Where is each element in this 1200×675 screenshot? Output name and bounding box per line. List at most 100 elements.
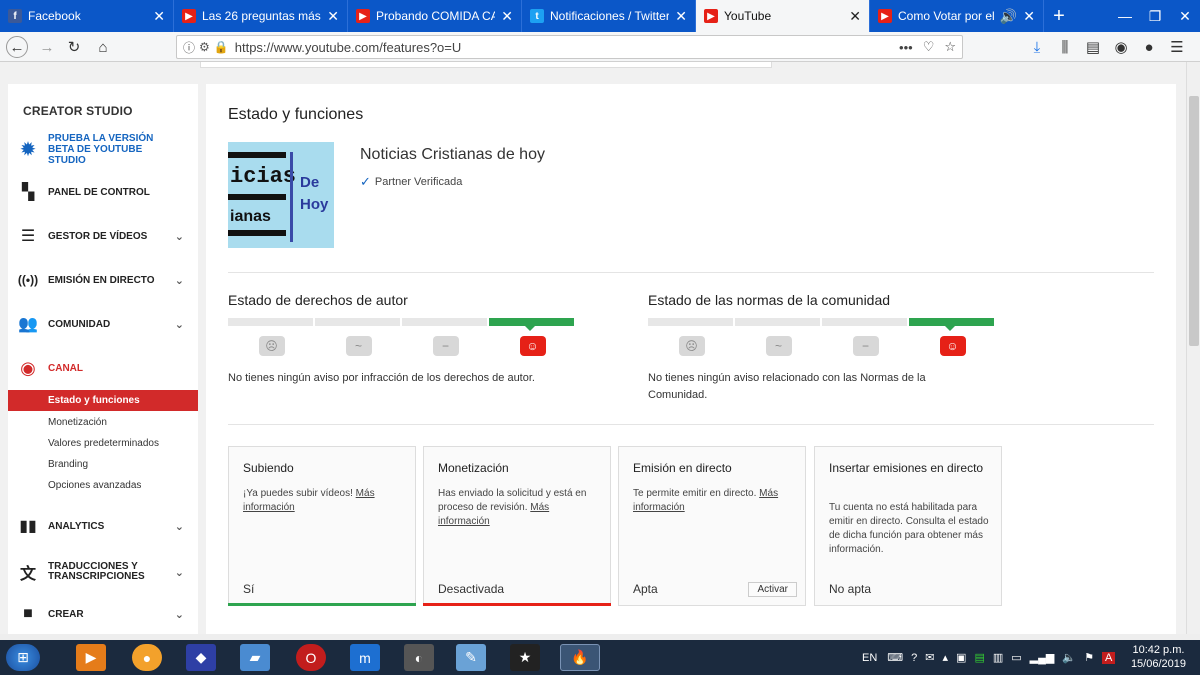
clock-date: 15/06/2019 [1130,658,1186,670]
start-button[interactable]: ⊞ [6,644,40,671]
help-icon[interactable]: ? [911,652,917,664]
card-desc-text: ¡Ya puedes subir vídeos! [243,488,353,499]
close-icon[interactable]: ✕ [849,8,861,25]
tab-youtube-active[interactable]: ▶ YouTube ✕ [696,0,870,32]
app-icon[interactable]: ◐ [404,644,434,671]
tray-expand-icon[interactable]: ▴ [943,651,949,664]
channel-name[interactable]: Noticias Cristianas de hoy [360,146,545,164]
app-tray-icon[interactable]: ▤ [974,651,984,664]
sidebar-item-beta[interactable]: ✹ PRUEBA LA VERSIÓN BETA DE YOUTUBE STUD… [8,133,198,166]
extension-icon[interactable]: ● [1138,36,1160,58]
tab-youtube-preguntas[interactable]: ▶ Las 26 preguntas más insólit ✕ [174,0,348,32]
maximize-icon[interactable]: ❐ [1140,0,1170,32]
pocket-icon[interactable]: ♡ [923,39,935,55]
youtube-icon: ▶ [182,9,196,23]
reload-icon[interactable]: ↻ [63,36,85,58]
home-icon[interactable]: ⌂ [92,36,114,58]
channel-logo[interactable]: icias ianas De Hoy [228,142,334,248]
close-window-icon[interactable]: ✕ [1170,0,1200,32]
library-icon[interactable]: ⫼ [1054,36,1076,58]
page-scrollbar[interactable] [1186,62,1200,634]
tab-twitter[interactable]: t Notificaciones / Twitter ✕ [522,0,696,32]
card-title: Monetización [438,461,509,475]
account-icon[interactable]: ◉ [1110,36,1132,58]
download-icon[interactable]: ⤓ [1026,36,1048,58]
opera-icon[interactable]: O [296,644,326,671]
keyboard-icon[interactable]: ⌨ [887,651,903,664]
menu-icon[interactable]: ☰ [1166,36,1188,58]
network-flag-icon[interactable]: ⚑ [1084,651,1094,664]
chevron-down-icon[interactable]: ⌄ [175,318,184,331]
close-icon[interactable]: ✕ [1023,8,1035,25]
sad-face-icon: ☹ [678,336,705,356]
card-status: No apta [829,582,872,596]
sidebar-sub-defaults[interactable]: Valores predeterminados [8,433,198,454]
sidebar-item-panel[interactable]: ▚ PANEL DE CONTROL [8,180,198,204]
app-icon[interactable]: ▰ [240,644,270,671]
chevron-down-icon[interactable]: ⌄ [175,274,184,287]
close-icon[interactable]: ✕ [675,8,687,25]
sidebar-item-community[interactable]: 👥 COMUNIDAD ⌄ [8,312,198,336]
media-player-icon[interactable]: ▶ [76,644,106,671]
tab-youtube-votar[interactable]: ▶ Como Votar por el Apo 🔊 ✕ [870,0,1044,32]
app-icon[interactable]: ● [132,644,162,671]
chevron-down-icon[interactable]: ⌄ [175,608,184,621]
url-bar[interactable]: ⓘ ⚙ 🔒 https://www.youtube.com/features?o… [176,35,963,59]
page-actions-icon[interactable]: ••• [899,40,913,55]
neutral-face-icon: ~ [345,336,372,356]
activate-button[interactable]: Activar [748,582,797,597]
permissions-icon[interactable]: ⚙ [199,40,210,54]
sidebar-item-create[interactable]: ■ CREAR ⌄ [8,602,198,626]
card-title: Subiendo [243,461,294,475]
chevron-down-icon[interactable]: ⌄ [175,566,184,579]
language-indicator[interactable]: EN [862,652,877,664]
sidebar-sub-branding[interactable]: Branding [8,454,198,475]
sidebar-item-videos[interactable]: ☰ GESTOR DE VÍDEOS ⌄ [8,224,198,248]
sidebar-item-analytics[interactable]: ▮▮ ANALYTICS ⌄ [8,514,198,538]
close-icon[interactable]: ✕ [153,8,165,25]
community-faces: ☹ ~ − ☺ [648,336,996,356]
scrollbar-thumb[interactable] [1189,96,1199,346]
url-text[interactable]: https://www.youtube.com/features?o=U [235,40,889,55]
tab-youtube-comida[interactable]: ▶ Probando COMIDA CALLEJ ✕ [348,0,522,32]
app-tray-icon[interactable]: ▣ [956,651,966,664]
new-tab-button[interactable]: + [1044,0,1074,32]
sidebar-sub-advanced[interactable]: Opciones avanzadas [8,475,198,496]
sidebar-icon[interactable]: ▤ [1082,36,1104,58]
speaker-icon[interactable]: 🔊 [1000,8,1017,25]
logo-text: ianas [230,208,271,225]
firefox-icon[interactable]: 🔥 [560,644,600,671]
sidebar-sub-status[interactable]: Estado y funciones [8,390,198,411]
sidebar-item-channel[interactable]: ◉ CANAL [8,356,198,380]
live-icon: ((•)) [17,273,39,287]
close-icon[interactable]: ✕ [501,8,513,25]
translate-icon: 文 [19,566,36,583]
neutral-face-icon: − [852,336,879,356]
info-icon[interactable]: ⓘ [183,39,195,56]
chevron-down-icon[interactable]: ⌄ [175,230,184,243]
sidebar-sub-monetization[interactable]: Monetización [8,412,198,433]
movie-maker-icon[interactable]: ★ [510,644,540,671]
tab-facebook[interactable]: f Facebook ✕ [0,0,174,32]
chevron-down-icon[interactable]: ⌄ [175,520,184,533]
sidebar-item-translations[interactable]: 文 TRADUCCIONES Y TRANSCRIPCIONES ⌄ [8,556,198,588]
maxthon-icon[interactable]: m [350,644,380,671]
back-icon[interactable]: ← [6,36,28,58]
volume-icon[interactable]: 🔈 [1062,651,1076,664]
forward-icon[interactable]: → [36,36,58,58]
paint-icon[interactable]: ✎ [456,644,486,671]
bookmark-star-icon[interactable]: ☆ [944,39,956,55]
close-icon[interactable]: ✕ [327,8,339,25]
network-icon[interactable]: ▂▄▆ [1030,651,1055,664]
battery-icon[interactable]: ▭ [1011,651,1021,664]
minimize-icon[interactable]: — [1110,0,1140,32]
app-tray-icon[interactable]: ▥ [993,651,1003,664]
indicator-arrow [944,325,956,331]
mail-icon[interactable]: ✉ [925,651,934,664]
tab-title: Las 26 preguntas más insólit [202,9,321,23]
antivirus-icon[interactable]: A [1101,651,1116,664]
system-clock[interactable]: 10:42 p.m. 15/06/2019 [1131,643,1186,671]
card-desc-text: Has enviado la solicitud y está en proce… [438,488,587,513]
app-icon[interactable]: ◆ [186,644,216,671]
sidebar-item-live[interactable]: ((•)) EMISIÓN EN DIRECTO ⌄ [8,268,198,292]
